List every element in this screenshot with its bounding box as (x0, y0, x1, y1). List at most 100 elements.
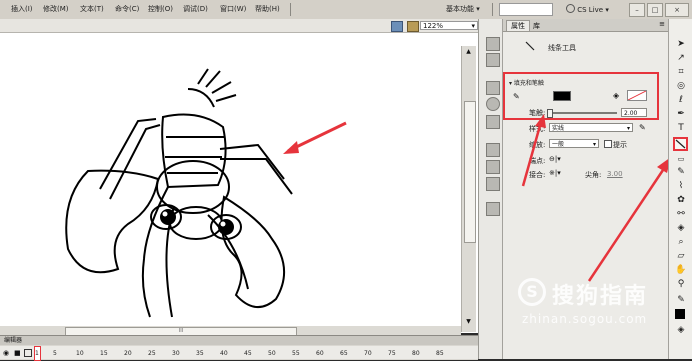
pencil-tool-icon[interactable]: ✎ (675, 167, 687, 178)
tab-properties[interactable]: 属性 (506, 20, 530, 31)
scroll-thumb[interactable] (464, 101, 476, 243)
free-transform-tool-icon[interactable]: ⌗ (675, 67, 687, 78)
lasso-tool-icon[interactable]: ℓ (675, 95, 687, 106)
menu-text[interactable]: 文本(T) (80, 4, 104, 14)
stage-toolbar: 122% ▾ (0, 19, 478, 33)
frame-number: 40 (220, 350, 228, 357)
eyedropper-icon[interactable]: ⌕ (675, 237, 687, 248)
stroke-width-input[interactable]: 2.00 (621, 108, 647, 117)
maximize-button[interactable]: □ (647, 3, 663, 17)
menu-separator (290, 3, 291, 16)
close-button[interactable]: × (665, 3, 689, 17)
timeline-tab[interactable]: 编辑器 (0, 336, 478, 345)
frame-number: 65 (340, 350, 348, 357)
3d-rotation-tool-icon[interactable]: ◎ (675, 81, 687, 92)
hint-checkbox[interactable] (604, 140, 612, 148)
zoom-select[interactable]: 122% ▾ (420, 21, 478, 30)
panel-menu-icon[interactable]: ≡ (659, 20, 665, 28)
subselection-tool-icon[interactable]: ↗ (675, 53, 687, 64)
frame-number: 75 (388, 350, 396, 357)
menu-help[interactable]: 帮助(H) (255, 4, 280, 14)
paint-bucket-icon[interactable]: ◈ (675, 223, 687, 234)
frame-number: 25 (148, 350, 156, 357)
brush-tool-icon[interactable]: ⌇ (675, 181, 687, 192)
fill-color-swatch[interactable] (627, 90, 647, 101)
scale-select[interactable]: 一般 ▾ (549, 139, 599, 148)
hint-label: 提示 (613, 141, 627, 149)
scroll-up-arrow[interactable]: ▲ (464, 48, 473, 57)
frame-number: 15 (100, 350, 108, 357)
align-panel-icon[interactable] (486, 81, 500, 95)
color-panel-icon[interactable] (486, 37, 500, 51)
deco-tool-icon[interactable]: ✿ (675, 195, 687, 206)
code-snippets-icon[interactable] (486, 143, 500, 157)
stage-area[interactable] (0, 19, 478, 333)
frame-number: 70 (364, 350, 372, 357)
menu-bar: 插入(I) 修改(M) 文本(T) 命令(C) 控制(O) 调试(D) 窗口(W… (0, 0, 692, 20)
selection-tool-icon[interactable]: ➤ (675, 39, 687, 50)
frame-number: 50 (268, 350, 276, 357)
menu-debug[interactable]: 调试(D) (183, 4, 208, 14)
crayfish-drawing[interactable] (48, 59, 318, 319)
stroke-slider[interactable] (547, 109, 617, 118)
menu-separator (492, 3, 493, 16)
edit-symbol-icon[interactable] (391, 21, 403, 32)
swatches-panel-icon[interactable] (486, 53, 500, 67)
cs-live-icon (566, 4, 575, 13)
horizontal-scrollbar[interactable]: III (0, 326, 461, 336)
line-tool-button[interactable] (673, 137, 688, 151)
pencil-icon: ✎ (513, 92, 520, 101)
join-select[interactable]: ※|▾ (549, 169, 561, 177)
components-icon[interactable] (486, 160, 500, 174)
frame-number: 55 (292, 350, 300, 357)
search-field[interactable] (499, 3, 553, 16)
eraser-tool-icon[interactable]: ▱ (675, 251, 687, 262)
lock-icon[interactable]: ■ (14, 349, 21, 357)
transform-panel-icon[interactable] (486, 115, 500, 129)
cap-select[interactable]: ⊖|▾ (549, 155, 561, 163)
history-panel-icon[interactable] (486, 202, 500, 216)
tab-library[interactable]: 库 (533, 21, 540, 31)
scroll-down-arrow[interactable]: ▼ (464, 318, 473, 327)
frame-number: 80 (412, 350, 420, 357)
watermark: S 搜狗指南 zhinan.sogou.com (518, 276, 692, 346)
frame-number: 10 (76, 350, 84, 357)
watermark-logo-icon: S (518, 278, 546, 306)
eye-icon[interactable]: ◉ (3, 349, 9, 357)
section-header-fill-stroke[interactable]: ▾ 填充和笔触 (509, 78, 544, 87)
annotation-arrow-tool (587, 157, 671, 282)
menu-modify[interactable]: 修改(M) (43, 4, 69, 14)
timeline-ruler[interactable]: ◉ ■ 1 5 10 15 20 25 30 35 40 45 50 55 60… (0, 346, 478, 361)
workspace-switcher[interactable]: 基本功能 ▾ (446, 4, 480, 14)
stroke-color-swatch[interactable] (553, 91, 571, 101)
frame-number: 45 (244, 350, 252, 357)
collapsed-panel-strip (478, 19, 503, 359)
menu-window[interactable]: 窗口(W) (220, 4, 246, 14)
vertical-scrollbar[interactable]: ▲ ▼ (461, 46, 476, 332)
annotation-arrow-stage (283, 121, 347, 154)
pen-tool-icon[interactable]: ✒ (675, 109, 687, 120)
outline-icon[interactable] (24, 349, 32, 357)
line-tool-icon (525, 41, 535, 51)
hand-tool-icon[interactable]: ✋ (675, 265, 687, 276)
timeline-panel[interactable]: 编辑器 ◉ ■ 1 5 10 15 20 25 30 35 40 45 50 5… (0, 335, 478, 361)
rectangle-tool-icon[interactable]: ▭ (675, 154, 687, 165)
cs-live-button[interactable]: CS Live ▾ (566, 4, 609, 14)
menu-insert[interactable]: 插入(I) (11, 4, 33, 14)
edit-scene-icon[interactable] (407, 21, 419, 32)
watermark-url: zhinan.sogou.com (522, 312, 648, 326)
motion-presets-icon[interactable] (486, 177, 500, 191)
minimize-button[interactable]: – (629, 3, 645, 17)
color-wheel-icon[interactable] (486, 97, 500, 111)
style-select[interactable]: 实线 ▾ (549, 123, 633, 132)
edit-stroke-style-icon[interactable]: ✎ (639, 123, 646, 132)
panel-tab-bar: 属性 库 ≡ (503, 19, 669, 32)
menu-commands[interactable]: 命令(C) (115, 4, 139, 14)
tool-name-label: 线条工具 (548, 44, 576, 52)
text-tool-icon[interactable]: T (675, 123, 687, 134)
line-tool-icon (675, 139, 686, 149)
frame-number: 35 (196, 350, 204, 357)
bone-tool-icon[interactable]: ⚯ (675, 209, 687, 220)
menu-control[interactable]: 控制(O) (148, 4, 173, 14)
fill-bucket-icon: ◈ (613, 91, 620, 100)
